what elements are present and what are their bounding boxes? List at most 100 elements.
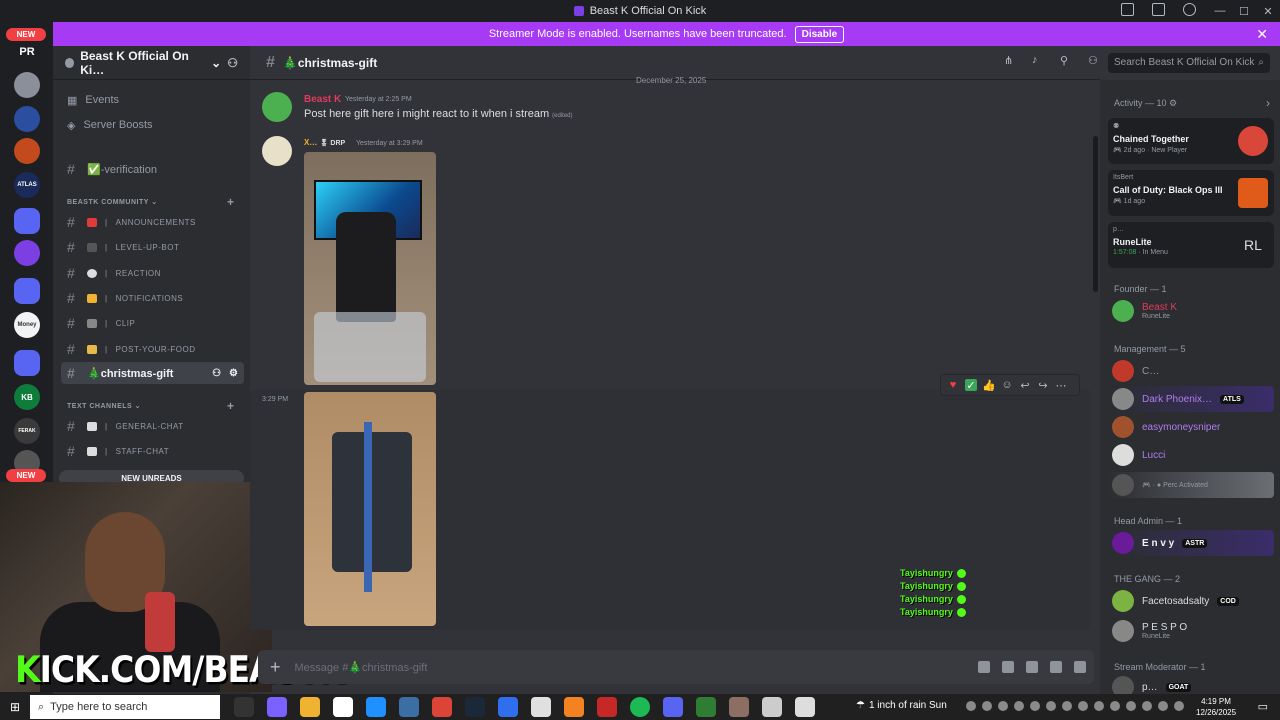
tray-icon[interactable] [1014, 701, 1024, 711]
tray-icon[interactable] [998, 701, 1008, 711]
settings-gear-icon[interactable]: ⚙ [229, 368, 238, 379]
taskbar-search-input[interactable]: ⌕ Type here to search [30, 695, 220, 719]
obs-icon[interactable] [531, 697, 551, 717]
message-composer[interactable]: + Message #🎄christmas-gift [258, 650, 1094, 684]
server-boosts-link[interactable]: ◈ Server Boosts [61, 114, 244, 136]
windows-start-icon[interactable]: ⊞ [0, 700, 30, 714]
member-row[interactable]: Dark Phoenix… ATLS [1108, 386, 1274, 412]
server-icon-atlas[interactable]: ATLAS [14, 172, 40, 198]
gift-icon[interactable] [978, 661, 990, 673]
search-input[interactable]: Search Beast K Official On Kick ⌕ [1108, 53, 1270, 73]
channel-verification[interactable]: # ✅-verification [61, 158, 244, 180]
threads-icon[interactable]: ⋔ [1004, 54, 1016, 67]
attach-plus-icon[interactable]: + [270, 657, 281, 678]
member-row[interactable]: Beast K RuneLite [1108, 298, 1274, 324]
folder-icon[interactable] [14, 350, 40, 376]
notification-icon[interactable]: ▭ [1258, 700, 1268, 713]
member-row[interactable]: easymoneysniper [1108, 414, 1274, 440]
activity-card[interactable]: ItsBert Call of Duty: Black Ops III 🎮 1d… [1108, 170, 1274, 216]
member-row[interactable]: P E S P O RuneLite [1108, 618, 1274, 644]
app-icon[interactable] [597, 697, 617, 717]
member-row[interactable]: C… [1108, 358, 1274, 384]
disable-streamer-mode-button[interactable]: Disable [794, 25, 845, 43]
thumbs-up-reaction-icon[interactable]: 👍 [982, 379, 996, 392]
help-icon[interactable] [1183, 3, 1196, 16]
channel-post-your-food[interactable]: # | POST-YOUR-FOOD [61, 338, 244, 360]
channel-christmas-gift[interactable]: # 🎄christmas-gift ⚇ ⚙ [61, 362, 244, 384]
server-icon-3[interactable] [14, 138, 40, 164]
add-channel-icon[interactable]: + [227, 195, 235, 209]
channel-general-chat[interactable]: # | GENERAL-CHAT [61, 415, 244, 437]
add-reaction-icon[interactable]: ☺ [1001, 379, 1013, 391]
steam-icon[interactable] [465, 697, 485, 717]
reply-icon[interactable]: ↩ [1019, 379, 1031, 392]
tray-icon[interactable] [1062, 701, 1072, 711]
members-icon[interactable]: ⚇ [1088, 54, 1100, 67]
battlenet-icon[interactable] [498, 697, 518, 717]
close-window-button[interactable]: ✕ [1256, 0, 1280, 22]
channel-level-up-bot[interactable]: # | LEVEL-UP-BOT [61, 236, 244, 258]
tray-icon[interactable] [1078, 701, 1088, 711]
apps-icon[interactable] [1050, 661, 1062, 673]
heart-reaction-icon[interactable]: ♥ [947, 379, 959, 391]
check-reaction-icon[interactable]: ✓ [965, 379, 977, 392]
tray-icon[interactable] [1142, 701, 1152, 711]
edge-icon[interactable] [366, 697, 386, 717]
avatar[interactable] [262, 136, 292, 166]
bell-icon[interactable]: ♪ [1032, 54, 1044, 66]
channel-notifications[interactable]: # | NOTIFICATIONS [61, 287, 244, 309]
server-icon-pr[interactable]: PR [14, 39, 40, 65]
discord-icon[interactable] [663, 697, 683, 717]
spotify-icon[interactable] [630, 697, 650, 717]
tray-icon[interactable] [1126, 701, 1136, 711]
emoji-icon[interactable] [1074, 661, 1086, 673]
member-row[interactable]: 🎮 · ● Perc Activated [1108, 472, 1274, 498]
task-view-icon[interactable] [234, 697, 254, 717]
server-icon-1[interactable] [14, 72, 40, 98]
category-beastk-community[interactable]: BEASTK COMMUNITY ⌄ + [67, 195, 234, 209]
channel-announcements[interactable]: # | ANNOUNCEMENTS [61, 211, 244, 233]
chrome-icon[interactable] [432, 697, 452, 717]
tray-icon[interactable] [1174, 701, 1184, 711]
invite-icon[interactable]: ⚇ [212, 368, 221, 379]
events-link[interactable]: ▦ Events [61, 89, 244, 111]
tray-icon[interactable] [1030, 701, 1040, 711]
app-icon[interactable] [762, 697, 782, 717]
taskbar-clock[interactable]: 4:19 PM 12/26/2025 [1196, 696, 1236, 718]
activity-card[interactable]: ⚉ Chained Together 🎮 2d ago · New Player [1108, 118, 1274, 164]
member-row[interactable]: Facetosadsalty COD [1108, 588, 1274, 614]
store-icon[interactable] [399, 697, 419, 717]
channel-clip[interactable]: # | CLIP [61, 312, 244, 334]
server-icon-kb[interactable]: KB [14, 384, 40, 410]
server-icon-money[interactable]: Money [14, 312, 40, 338]
channel-staff-chat[interactable]: # | STAFF-CHAT [61, 440, 244, 462]
guild-header[interactable]: Beast K Official On Ki… ⌄ ⚇ [53, 46, 250, 80]
message-author[interactable]: Beast K [304, 94, 341, 105]
forward-icon[interactable]: ↪ [1037, 379, 1049, 392]
avatar[interactable] [262, 92, 292, 122]
add-channel-icon[interactable]: + [227, 399, 235, 413]
tray-icon[interactable] [1046, 701, 1056, 711]
gift-photo-box[interactable] [304, 392, 436, 626]
folder-icon[interactable] [14, 278, 40, 304]
message-author[interactable]: X… 🎖 DRP [304, 138, 345, 147]
server-icon-b[interactable] [14, 240, 40, 266]
pin-icon[interactable]: ⚲ [1060, 54, 1072, 67]
channel-reaction[interactable]: # | REACTION [61, 262, 244, 284]
server-icon-2[interactable] [14, 106, 40, 132]
tray-icon[interactable] [1094, 701, 1104, 711]
member-row[interactable]: E n v y ASTR [1108, 530, 1274, 556]
server-icon-ferak[interactable]: FERAK [14, 418, 40, 444]
more-options-icon[interactable]: ⋯ [1055, 379, 1067, 392]
activity-card[interactable]: p… RuneLite 1:57:08 · In Menu RL [1108, 222, 1274, 268]
tray-icon[interactable] [982, 701, 992, 711]
copilot-icon[interactable] [267, 697, 287, 717]
tray-icon[interactable] [1110, 701, 1120, 711]
chevron-right-icon[interactable]: › [1266, 96, 1270, 110]
maximize-button[interactable]: ☐ [1232, 0, 1256, 22]
tray-icon[interactable] [966, 701, 976, 711]
member-row[interactable]: Lucci [1108, 442, 1274, 468]
gift-photo-chair[interactable] [304, 152, 436, 385]
app-icon[interactable] [795, 697, 815, 717]
gif-icon[interactable] [1002, 661, 1014, 673]
